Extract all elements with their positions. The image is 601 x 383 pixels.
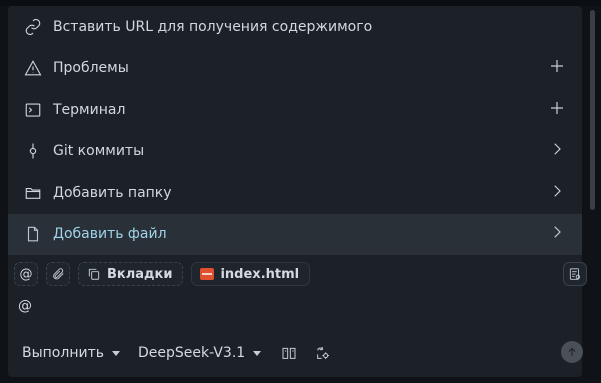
link-icon xyxy=(22,16,44,38)
warning-icon xyxy=(22,57,44,79)
tabs-chip[interactable]: Вкладки xyxy=(78,262,184,286)
folder-icon xyxy=(22,182,44,204)
book-button[interactable] xyxy=(279,343,299,363)
scrollbar[interactable] xyxy=(590,10,595,210)
copy-icon xyxy=(88,268,100,280)
menu-item-label: Добавить файл xyxy=(53,226,167,243)
book-icon xyxy=(282,347,296,359)
rules-button[interactable] xyxy=(563,262,587,286)
plus-icon[interactable] xyxy=(548,99,566,121)
menu-item-label: Git коммиты xyxy=(53,143,145,160)
context-chip-bar: @ Вкладки index.html xyxy=(14,260,311,288)
run-mode-label: Выполнить xyxy=(22,345,104,361)
file-chip[interactable]: index.html xyxy=(191,262,311,286)
plus-icon[interactable] xyxy=(548,57,566,79)
menu-item-paste-url[interactable]: Вставить URL для получения содержимого xyxy=(8,6,582,48)
html-file-icon xyxy=(200,268,215,280)
git-commit-icon xyxy=(22,140,44,162)
attach-button[interactable] xyxy=(46,262,70,286)
run-mode-dropdown[interactable]: Выполнить xyxy=(22,345,120,361)
menu-item-git-commits[interactable]: Git коммиты xyxy=(8,131,582,173)
send-button[interactable] xyxy=(561,341,583,363)
chat-input[interactable]: @ xyxy=(18,298,32,314)
model-label: DeepSeek-V3.1 xyxy=(137,345,246,361)
chevron-right-icon xyxy=(548,182,566,204)
menu-item-label: Добавить папку xyxy=(53,184,172,201)
menu-item-add-file[interactable]: Добавить файл xyxy=(8,213,582,255)
menu-item-terminal[interactable]: Терминал xyxy=(8,89,582,131)
caret-down-icon xyxy=(111,350,120,356)
paperclip-icon xyxy=(53,268,64,280)
context-menu: Вставить URL для получения содержимого П… xyxy=(8,6,582,255)
chevron-right-icon xyxy=(548,223,566,245)
model-dropdown[interactable]: DeepSeek-V3.1 xyxy=(137,345,262,361)
tabs-chip-label: Вкладки xyxy=(107,266,173,282)
at-sign-icon: @ xyxy=(19,266,33,282)
settings-list-icon xyxy=(569,268,581,280)
chat-input-text: @ xyxy=(18,298,32,314)
caret-down-icon xyxy=(253,350,262,356)
menu-item-label: Вставить URL для получения содержимого xyxy=(53,18,373,35)
mention-button[interactable]: @ xyxy=(14,262,38,286)
tools-icon xyxy=(317,347,330,359)
menu-item-problems[interactable]: Проблемы xyxy=(8,48,582,90)
file-chip-label: index.html xyxy=(220,266,300,282)
input-footer: Выполнить DeepSeek-V3.1 xyxy=(22,342,347,364)
chevron-right-icon xyxy=(548,140,566,162)
menu-item-add-folder[interactable]: Добавить папку xyxy=(8,172,582,214)
menu-item-label: Проблемы xyxy=(53,60,129,77)
arrow-up-icon xyxy=(568,347,576,356)
file-icon xyxy=(22,223,44,245)
menu-item-label: Терминал xyxy=(53,101,126,118)
terminal-icon xyxy=(22,99,44,121)
tools-button[interactable] xyxy=(313,343,333,363)
